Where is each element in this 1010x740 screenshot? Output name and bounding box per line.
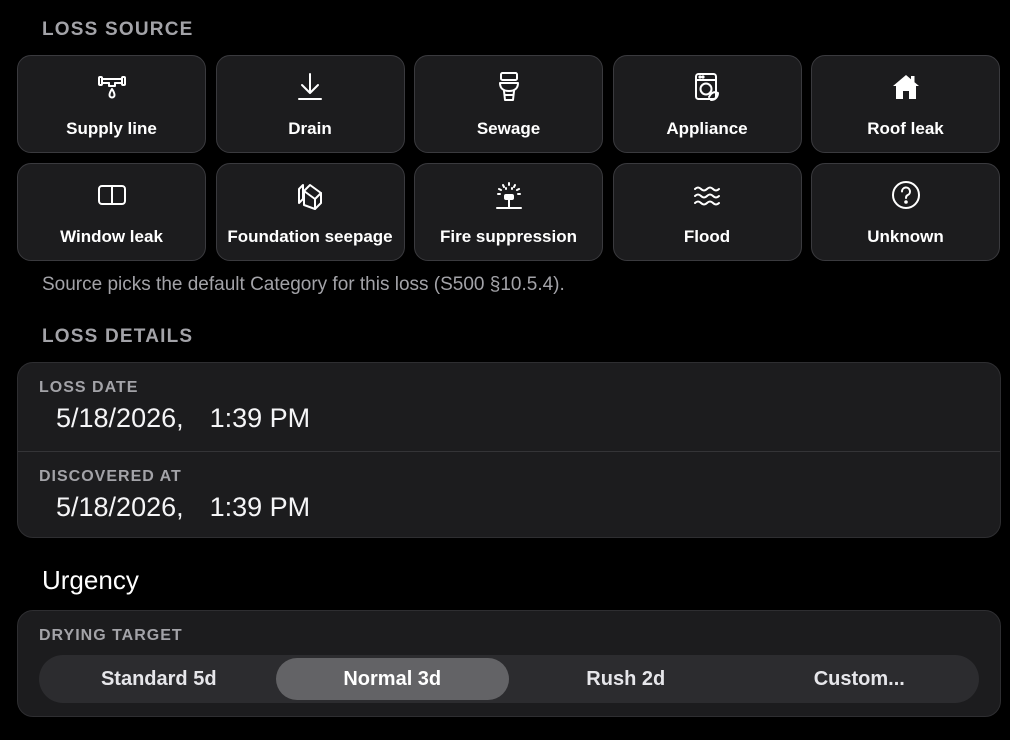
source-tile-foundation-seepage[interactable]: Foundation seepage xyxy=(215,163,405,261)
loss-date-time[interactable]: 1:39 PM xyxy=(210,403,311,434)
source-tile-roof-leak[interactable]: Roof leak xyxy=(811,55,1000,153)
source-label: Drain xyxy=(288,119,332,138)
discovered-at-row[interactable]: DISCOVERED AT 5/18/2026, 1:39 PM xyxy=(18,451,1000,537)
source-tile-sewage[interactable]: Sewage xyxy=(414,55,603,153)
source-label: Supply line xyxy=(66,119,157,138)
discovered-at-time[interactable]: 1:39 PM xyxy=(210,492,311,523)
source-tile-fire-suppression[interactable]: Fire suppression xyxy=(414,163,603,261)
source-label: Unknown xyxy=(867,227,944,246)
loss-details-heading: LOSS DETAILS xyxy=(42,326,194,347)
source-tile-flood[interactable]: Flood xyxy=(612,163,802,261)
source-label: Appliance xyxy=(666,119,748,138)
source-label: Foundation seepage xyxy=(227,227,393,246)
urgency-card: DRYING TARGET Standard 5d Normal 3d Rush… xyxy=(17,610,1001,717)
loss-date-date[interactable]: 5/18/2026, xyxy=(56,403,184,434)
washing-machine-icon xyxy=(690,70,724,104)
discovered-at-value[interactable]: 5/18/2026, 1:39 PM xyxy=(56,492,310,523)
source-label: Window leak xyxy=(60,227,163,246)
segment-rush-2d[interactable]: Rush 2d xyxy=(509,658,743,700)
arrow-down-to-line-icon xyxy=(293,70,327,104)
segment-standard-5d[interactable]: Standard 5d xyxy=(42,658,276,700)
loss-date-value[interactable]: 5/18/2026, 1:39 PM xyxy=(56,403,310,434)
source-label: Roof leak xyxy=(867,119,944,138)
house-icon xyxy=(889,70,923,104)
loss-source-heading: LOSS SOURCE xyxy=(42,19,194,40)
source-tile-supply-line[interactable]: Supply line xyxy=(17,55,206,153)
loss-date-label: LOSS DATE xyxy=(39,379,139,396)
loss-form: LOSS SOURCE Supply line Drain Sewage App… xyxy=(0,0,1010,740)
urgency-title: Urgency xyxy=(42,565,139,595)
discovered-at-date[interactable]: 5/18/2026, xyxy=(56,492,184,523)
loss-date-row[interactable]: LOSS DATE 5/18/2026, 1:39 PM xyxy=(18,363,1000,451)
segment-custom[interactable]: Custom... xyxy=(743,658,977,700)
window-icon xyxy=(95,178,129,212)
loss-details-card: LOSS DATE 5/18/2026, 1:39 PM DISCOVERED … xyxy=(17,362,1001,538)
question-circle-icon xyxy=(889,178,923,212)
source-tile-drain[interactable]: Drain xyxy=(215,55,405,153)
drying-target-segmented-control: Standard 5d Normal 3d Rush 2d Custom... xyxy=(39,655,979,703)
source-tile-window-leak[interactable]: Window leak xyxy=(17,163,206,261)
source-hint-text: Source picks the default Category for th… xyxy=(42,274,565,295)
loss-source-grid: Supply line Drain Sewage Appliance Roof … xyxy=(17,55,1001,261)
drying-target-label: DRYING TARGET xyxy=(39,627,183,644)
toilet-icon xyxy=(492,70,526,104)
source-tile-unknown[interactable]: Unknown xyxy=(811,163,1000,261)
source-tile-appliance[interactable]: Appliance xyxy=(612,55,802,153)
source-label: Sewage xyxy=(476,119,541,138)
pipe-drip-icon xyxy=(95,70,129,104)
discovered-at-label: DISCOVERED AT xyxy=(39,468,182,485)
source-label: Fire suppression xyxy=(440,227,577,246)
stacked-blocks-icon xyxy=(293,178,327,212)
water-waves-icon xyxy=(690,178,724,212)
source-label: Flood xyxy=(683,227,731,246)
sprinkler-icon xyxy=(492,178,526,212)
segment-normal-3d[interactable]: Normal 3d xyxy=(275,658,509,700)
